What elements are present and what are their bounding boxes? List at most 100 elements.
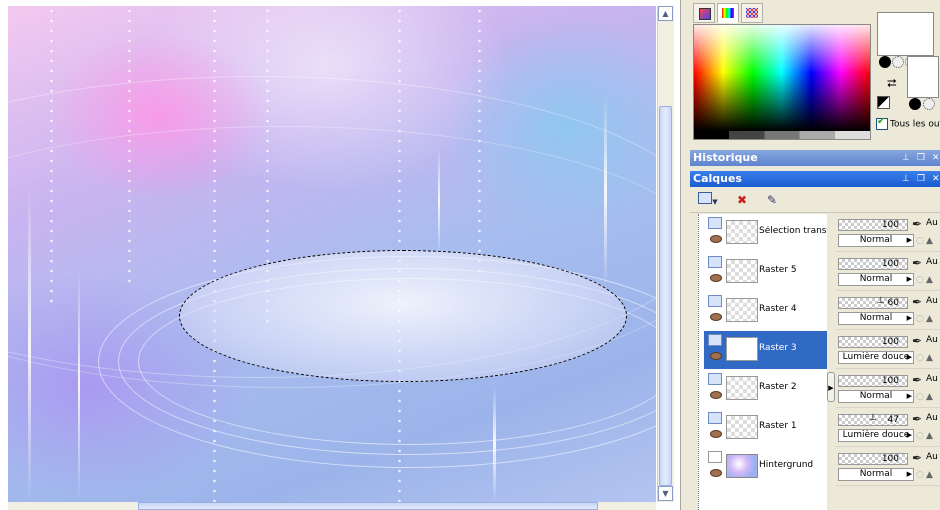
eye-icon[interactable] bbox=[710, 235, 722, 243]
edit-pen-icon[interactable]: ✒ bbox=[912, 256, 922, 270]
link-icon[interactable]: ◌ bbox=[916, 314, 924, 324]
opacity-slider[interactable]: 100 bbox=[838, 219, 908, 231]
layer-row[interactable]: Sélection transfo bbox=[704, 214, 827, 252]
lock-icon[interactable]: ▲ bbox=[926, 275, 933, 285]
layer-properties-icon[interactable]: ✎ bbox=[762, 191, 782, 209]
restore-icon[interactable]: ❐ bbox=[917, 150, 925, 166]
panel-divider[interactable] bbox=[680, 0, 690, 510]
pin-icon[interactable]: ⊥ bbox=[902, 150, 910, 166]
blend-mode-select[interactable]: Normal ▶ bbox=[838, 273, 914, 286]
blend-mode-select[interactable]: Normal ▶ bbox=[838, 390, 914, 403]
layer-row[interactable]: Raster 4 bbox=[704, 292, 827, 330]
history-palette-header[interactable]: Historique ⊥ ❐ ✕ bbox=[690, 150, 940, 166]
layer-row[interactable]: Hintergrund bbox=[704, 448, 827, 486]
close-icon[interactable]: ✕ bbox=[932, 150, 940, 166]
blend-mode-select[interactable]: Normal ▶ bbox=[838, 312, 914, 325]
layers-palette: ▼ ✖ ✎ Sélection transfo Raster 5 Raster … bbox=[690, 187, 940, 510]
layer-type-icon bbox=[708, 256, 722, 268]
blend-mode-value: Normal bbox=[859, 469, 893, 479]
layer-list[interactable]: Sélection transfo Raster 5 Raster 4 Rast… bbox=[698, 214, 827, 510]
background-solid-icon[interactable] bbox=[909, 98, 921, 110]
link-icon[interactable]: ◌ bbox=[916, 392, 924, 402]
hue-field[interactable] bbox=[694, 25, 870, 131]
edit-pen-icon[interactable]: ✒ bbox=[912, 373, 922, 387]
ellipse-selection[interactable] bbox=[179, 250, 627, 382]
link-icon[interactable]: ◌ bbox=[916, 236, 924, 246]
grayscale-strip[interactable] bbox=[694, 131, 870, 139]
image-window: ▲ ▼ bbox=[0, 0, 680, 510]
blend-mode-select[interactable]: Lumière douce ▶ bbox=[838, 429, 914, 442]
foreground-solid-icon[interactable] bbox=[879, 56, 891, 68]
close-icon[interactable]: ✕ bbox=[932, 171, 940, 187]
opacity-slider[interactable]: 100 bbox=[838, 453, 908, 465]
lock-icon[interactable]: ▲ bbox=[926, 431, 933, 441]
eye-icon[interactable] bbox=[710, 274, 722, 282]
layer-row[interactable]: Raster 2 bbox=[704, 370, 827, 408]
foreground-gradient-icon[interactable] bbox=[892, 56, 904, 68]
tab-spectrum-icon[interactable] bbox=[717, 3, 739, 23]
lock-icon[interactable]: ▲ bbox=[926, 353, 933, 363]
restore-icon[interactable]: ❐ bbox=[917, 171, 925, 187]
eye-icon[interactable] bbox=[710, 469, 722, 477]
blend-mode-select[interactable]: Lumière douce ▶ bbox=[838, 351, 914, 364]
layer-properties-column: 100 Normal ▶ ✒ Au ◌ ▲ 100 Normal ▶ ✒ Au ◌ ▲ ⊥ 6… bbox=[836, 214, 940, 510]
delete-layer-icon[interactable]: ✖ bbox=[732, 191, 752, 209]
background-layer-icon bbox=[708, 451, 722, 463]
pin-icon[interactable]: ⊥ bbox=[902, 171, 910, 187]
auto-label: Au bbox=[926, 335, 938, 345]
reset-colors-icon[interactable] bbox=[877, 96, 890, 109]
layers-palette-header[interactable]: Calques ⊥ ❐ ✕ bbox=[690, 171, 940, 187]
blend-mode-value: Lumière douce bbox=[842, 430, 910, 440]
opacity-slider[interactable]: ⊥ 47 bbox=[838, 413, 908, 426]
eye-icon[interactable] bbox=[710, 352, 722, 360]
edit-pen-icon[interactable]: ✒ bbox=[912, 412, 922, 426]
scroll-up-button[interactable]: ▲ bbox=[658, 6, 673, 21]
image-canvas[interactable] bbox=[8, 6, 656, 502]
all-tools-checkbox[interactable] bbox=[876, 118, 888, 130]
expand-properties-button[interactable]: ▶ bbox=[827, 372, 835, 402]
horizontal-scrollbar[interactable] bbox=[8, 502, 656, 510]
background-gradient-icon[interactable] bbox=[923, 98, 935, 110]
layer-row-selected[interactable]: Raster 3 bbox=[704, 331, 827, 369]
edit-pen-icon[interactable]: ✒ bbox=[912, 295, 922, 309]
foreground-color-swatch[interactable] bbox=[877, 12, 934, 56]
link-icon[interactable]: ◌ bbox=[916, 275, 924, 285]
eye-icon[interactable] bbox=[710, 391, 722, 399]
edit-pen-icon[interactable]: ✒ bbox=[912, 334, 922, 348]
edit-pen-icon[interactable]: ✒ bbox=[912, 217, 922, 231]
link-icon[interactable]: ◌ bbox=[916, 470, 924, 480]
vertical-scrollbar[interactable]: ▲ ▼ bbox=[657, 6, 674, 502]
lock-icon[interactable]: ▲ bbox=[926, 236, 933, 246]
materials-palette: ⮂ Tous les out bbox=[690, 0, 940, 148]
layer-type-icon bbox=[708, 295, 722, 307]
link-icon[interactable]: ◌ bbox=[916, 353, 924, 363]
opacity-slider[interactable]: 100 bbox=[838, 336, 908, 348]
layer-row[interactable]: Raster 5 bbox=[704, 253, 827, 291]
lock-icon[interactable]: ▲ bbox=[926, 470, 933, 480]
color-spectrum[interactable] bbox=[693, 24, 871, 140]
background-color-swatch[interactable] bbox=[907, 56, 939, 98]
vertical-scroll-thumb[interactable] bbox=[659, 106, 672, 486]
eye-icon[interactable] bbox=[710, 430, 722, 438]
all-tools-option[interactable]: Tous les out bbox=[876, 118, 940, 132]
tab-swatches-icon[interactable] bbox=[741, 3, 763, 23]
opacity-slider[interactable]: ⊥ 60 bbox=[838, 296, 908, 309]
layer-type-icon bbox=[708, 412, 722, 424]
opacity-slider[interactable]: 100 bbox=[838, 375, 908, 387]
lock-icon[interactable]: ▲ bbox=[926, 314, 933, 324]
blend-mode-value: Normal bbox=[859, 313, 893, 323]
link-icon[interactable]: ◌ bbox=[916, 431, 924, 441]
lock-icon[interactable]: ▲ bbox=[926, 392, 933, 402]
swap-colors-icon[interactable]: ⮂ bbox=[887, 76, 897, 91]
new-layer-dropdown[interactable]: ▼ bbox=[694, 191, 722, 209]
blend-mode-select[interactable]: Normal ▶ bbox=[838, 468, 914, 481]
blend-mode-select[interactable]: Normal ▶ bbox=[838, 234, 914, 247]
layer-props-row: ⊥ 47 Lumière douce ▶ ✒ Au ◌ ▲ bbox=[836, 409, 940, 447]
eye-icon[interactable] bbox=[710, 313, 722, 321]
scroll-down-button[interactable]: ▼ bbox=[658, 486, 673, 501]
layer-row[interactable]: Raster 1 bbox=[704, 409, 827, 447]
edit-pen-icon[interactable]: ✒ bbox=[912, 451, 922, 465]
horizontal-scroll-thumb[interactable] bbox=[138, 502, 598, 510]
tab-frame-icon[interactable] bbox=[693, 3, 715, 23]
opacity-slider[interactable]: 100 bbox=[838, 258, 908, 270]
